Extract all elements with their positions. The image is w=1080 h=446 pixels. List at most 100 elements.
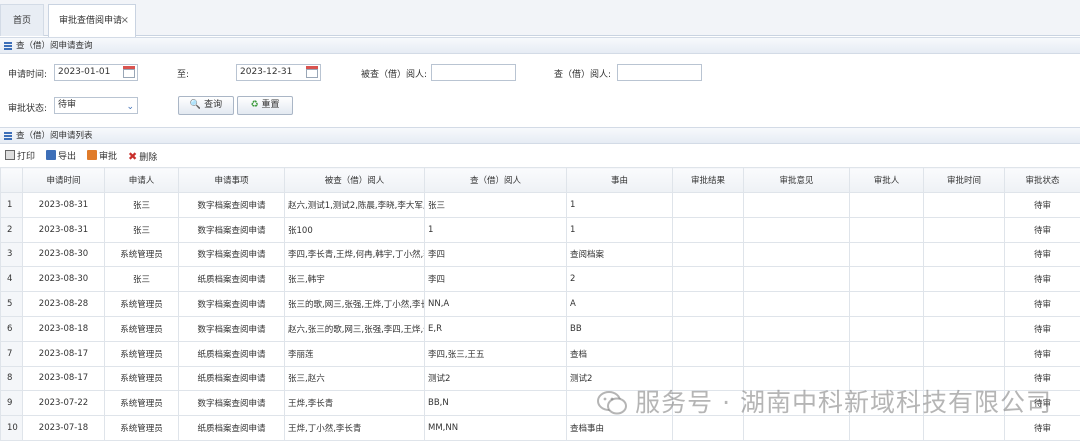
column-header[interactable]: 审批人 [849, 167, 924, 193]
table-cell-borrower: 张三 [424, 192, 567, 218]
table-header-row: 申请时间 申请人 申请事项 被查（借）阅人 查（借）阅人 事由 审批结果 审批意… [0, 167, 1080, 193]
column-header[interactable]: 查（借）阅人 [424, 167, 567, 193]
tab-home[interactable]: 首页 [0, 4, 44, 36]
print-label: 打印 [17, 152, 36, 162]
close-icon[interactable]: × [121, 5, 129, 37]
table-cell-approve-time [923, 340, 1005, 367]
table-cell-borrower: 测试2 [424, 365, 567, 392]
column-header[interactable]: 事由 [566, 167, 673, 193]
tab-label: 审批查借阅申请 [59, 16, 123, 26]
table-cell-status: 待审 [1004, 216, 1080, 243]
table-row[interactable]: 4 2023-08-30 张三 纸质档案查阅申请 张三,韩宇 李四 2 待审 [0, 266, 1080, 293]
table-row[interactable]: 1 2023-08-31 张三 数字档案查阅申请 赵六,测试1,测试2,陈晨,李晓,李大… [0, 192, 1080, 218]
column-header[interactable]: 被查（借）阅人 [284, 167, 425, 193]
target-person-label: 被查（借）阅人: [361, 70, 428, 80]
table-cell-date: 2023-07-22 [22, 390, 105, 417]
table-cell-date: 2023-08-17 [22, 365, 105, 392]
table-cell-applicant: 系统管理员 [104, 315, 179, 342]
table-row[interactable]: 7 2023-08-17 系统管理员 纸质档案查阅申请 李丽莲 李四,张三,王五 查档 待审 [0, 340, 1080, 367]
column-header[interactable]: 审批意见 [743, 167, 850, 193]
table-cell-target: 张三,赵六 [284, 365, 425, 392]
delete-button[interactable]: ✖ 删除 [128, 150, 157, 164]
row-number: 1 [0, 192, 23, 218]
row-number: 3 [0, 241, 23, 268]
table-cell-target: 张三的歌,网三,张强,王烨,丁小然,李长 [284, 291, 425, 317]
borrower-input[interactable] [617, 64, 702, 81]
table-cell-item: 数字档案查阅申请 [178, 315, 285, 342]
table-cell-approver [849, 315, 924, 342]
table-cell-result [672, 315, 744, 342]
row-number: 4 [0, 266, 23, 293]
column-header[interactable]: 申请时间 [22, 167, 105, 193]
calendar-icon[interactable] [306, 66, 318, 78]
target-person-input[interactable] [431, 64, 516, 81]
search-button[interactable]: 🔍 查询 [178, 96, 234, 115]
table-cell-status: 待审 [1004, 340, 1080, 367]
export-icon [46, 150, 56, 160]
table-cell-status: 待审 [1004, 266, 1080, 293]
table-cell-applicant: 张三 [104, 266, 179, 293]
column-header[interactable]: 申请事项 [178, 167, 285, 193]
list-section-header: 查（借）阅申请列表 [0, 127, 1080, 144]
table-cell-opinion [743, 266, 850, 293]
column-header[interactable]: 审批状态 [1004, 167, 1080, 193]
column-header[interactable]: 审批结果 [672, 167, 744, 193]
table-cell-item: 纸质档案查阅申请 [178, 340, 285, 367]
table-cell-approver [849, 340, 924, 367]
table-cell-reason: 查档 [566, 340, 673, 367]
table-cell-target: 李丽莲 [284, 340, 425, 367]
table-cell-reason: A [566, 291, 673, 317]
table-cell-opinion [743, 315, 850, 342]
reset-button[interactable]: ♻ 重置 [237, 96, 293, 115]
row-number: 7 [0, 340, 23, 367]
table-row[interactable]: 6 2023-08-18 系统管理员 数字档案查阅申请 赵六,张三的歌,网三,张强,李四… [0, 315, 1080, 342]
table-cell-result [672, 241, 744, 268]
table-cell-target: 张三,韩宇 [284, 266, 425, 293]
table-cell-approve-time [923, 291, 1005, 317]
chevron-down-icon: ⌄ [126, 102, 134, 112]
table-cell-target: 王烨,丁小然,李长青 [284, 415, 425, 441]
column-header[interactable]: 申请人 [104, 167, 179, 193]
table-cell-approver [849, 192, 924, 218]
table-row[interactable]: 5 2023-08-28 系统管理员 数字档案查阅申请 张三的歌,网三,张强,王烨,丁小… [0, 291, 1080, 317]
table-cell-target: 王烨,李长青 [284, 390, 425, 417]
watermark: 服务号 · 湖南中科新域科技有限公司 [597, 385, 1052, 421]
table-cell-date: 2023-08-18 [22, 315, 105, 342]
table-cell-reason: 1 [566, 216, 673, 243]
table-cell-approve-time [923, 241, 1005, 268]
table-cell-applicant: 系统管理员 [104, 390, 179, 417]
search-icon: 🔍 [189, 100, 202, 110]
table-row[interactable]: 2 2023-08-31 张三 数字档案查阅申请 张100 1 1 待审 [0, 216, 1080, 243]
print-button[interactable]: 打印 [5, 150, 35, 164]
table-cell-result [672, 340, 744, 367]
status-select[interactable]: 待审 ⌄ [54, 97, 138, 114]
table-cell-borrower: NN,A [424, 291, 567, 317]
export-button[interactable]: 导出 [46, 150, 76, 164]
table-row[interactable]: 3 2023-08-30 系统管理员 数字档案查阅申请 李四,李长青,王烨,何冉,韩宇,… [0, 241, 1080, 268]
table-cell-opinion [743, 291, 850, 317]
refresh-icon: ♻ [250, 100, 259, 110]
search-button-label: 查询 [204, 100, 223, 110]
table-cell-borrower: 李四,张三,王五 [424, 340, 567, 367]
calendar-icon[interactable] [123, 66, 135, 78]
table-cell-target: 李四,李长青,王烨,何冉,韩宇,丁小然,李 [284, 241, 425, 268]
table-cell-target: 赵六,测试1,测试2,陈晨,李晓,李大军,李 [284, 192, 425, 218]
column-header[interactable]: 审批时间 [923, 167, 1005, 193]
table-cell-applicant: 张三 [104, 192, 179, 218]
table-cell-item: 数字档案查阅申请 [178, 192, 285, 218]
table-cell-item: 数字档案查阅申请 [178, 241, 285, 268]
export-label: 导出 [58, 152, 77, 162]
table-cell-approve-time [923, 216, 1005, 243]
table-cell-item: 纸质档案查阅申请 [178, 415, 285, 441]
watermark-text: 服务号 · 湖南中科新域科技有限公司 [635, 388, 1052, 417]
list-icon [4, 132, 12, 140]
table-cell-applicant: 系统管理员 [104, 241, 179, 268]
list-section-title: 查（借）阅申请列表 [16, 131, 93, 141]
tab-approve-borrow[interactable]: 审批查借阅申请 × [48, 4, 136, 37]
table-cell-opinion [743, 241, 850, 268]
column-header-index [0, 167, 23, 193]
approve-button[interactable]: 审批 [87, 150, 117, 164]
table-cell-result [672, 192, 744, 218]
table-cell-borrower: 李四 [424, 241, 567, 268]
table-cell-status: 待审 [1004, 241, 1080, 268]
